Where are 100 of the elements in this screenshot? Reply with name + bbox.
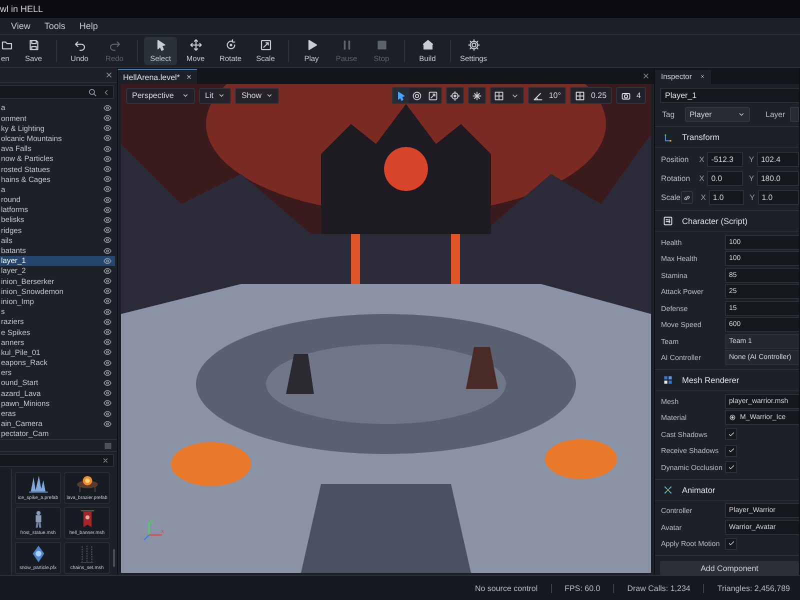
checkmark-icon [728,430,734,438]
chevron-down-icon [738,110,745,118]
view-dropdown[interactable]: Show [235,88,280,104]
add-component-button[interactable]: Add Component [660,561,799,575]
eye-icon[interactable] [103,124,112,132]
stop-icon [376,39,388,51]
eye-icon[interactable] [103,338,112,346]
menu-item[interactable]: Help [73,19,104,33]
eye-icon[interactable] [103,420,112,428]
window-title: wl in HELL [0,4,44,14]
mesh-icon [663,375,673,386]
name-field[interactable]: Player_1 [660,88,799,103]
document-tab[interactable]: HellArena.level* [118,69,197,84]
checkmark-icon [728,464,734,471]
eye-icon[interactable] [103,287,112,296]
eye-icon[interactable] [103,368,112,377]
checkbox[interactable] [725,428,737,440]
eye-icon[interactable] [103,175,112,184]
menu-item[interactable]: View [5,19,36,33]
eye-icon[interactable] [103,104,112,112]
eye-icon[interactable] [103,328,112,336]
save-icon [28,39,40,51]
eye-icon[interactable] [103,154,112,163]
sparkle-icon [472,90,482,100]
angle-icon [532,90,543,100]
scale-icon [428,90,438,100]
section-title: Transform [682,132,720,142]
redo-icon [108,39,120,51]
eye-icon[interactable] [103,246,112,255]
eye-icon[interactable] [103,277,112,286]
section-title: Mesh Renderer [682,375,740,386]
eye-icon[interactable] [103,226,112,234]
eye-icon[interactable] [103,134,112,142]
search-field[interactable] [0,85,114,99]
eye-icon[interactable] [103,358,112,367]
rotate-icon [224,39,236,51]
eye-icon[interactable] [103,236,112,244]
link-icon [682,194,691,202]
chevron-down-icon [266,92,274,99]
checkbox[interactable] [725,461,737,474]
settings-icon [468,39,480,51]
crosshair-icon [450,90,460,100]
status-text: FPS: 60.0 [564,584,600,592]
snap-setting[interactable]: 4 [616,87,646,104]
close-icon[interactable] [105,71,113,80]
eye-icon[interactable] [103,378,112,387]
status-text: No source control [474,584,538,592]
view-dropdown[interactable]: Lit [199,88,232,104]
view-dropdown[interactable]: Perspective [126,88,195,104]
axes-icon [663,132,673,142]
menu-icon[interactable] [104,442,112,450]
checkbox[interactable] [725,444,737,457]
snap-setting[interactable]: 10° [528,87,566,104]
snap-setting[interactable]: 0.25 [570,87,612,104]
cursor-icon [396,90,406,100]
eye-icon[interactable] [103,144,112,153]
eye-icon[interactable] [103,206,112,214]
view-tool-button[interactable] [392,88,409,103]
collapse-icon[interactable] [103,88,110,96]
grid-icon [494,90,504,100]
chevron-down-icon [218,92,226,99]
clear-icon[interactable] [102,457,109,464]
eye-icon[interactable] [103,165,112,174]
link-button[interactable] [680,191,693,204]
eye-icon[interactable] [103,185,112,194]
eye-icon[interactable] [103,410,112,418]
eye-icon[interactable] [103,216,112,224]
status-text: Draw Calls: 1,234 [627,584,690,592]
close-icon[interactable] [700,74,705,80]
eye-icon[interactable] [103,196,112,204]
search-field[interactable] [0,454,114,467]
checkmark-icon [728,540,734,548]
eye-icon[interactable] [103,348,112,356]
scrollbar[interactable] [113,549,115,567]
animator-icon [663,484,673,495]
checkmark-icon [728,447,734,454]
status-text: Triangles: 2,456,789 [717,584,790,592]
section-title: Animator [682,484,716,495]
menu-item[interactable]: Tools [38,19,72,33]
eye-icon[interactable] [103,114,112,122]
eye-icon[interactable] [103,389,112,398]
checkbox[interactable] [725,538,737,550]
target-icon [729,414,736,422]
script-icon [663,216,673,226]
grid-icon [574,90,585,100]
chevron-down-icon [510,92,519,100]
section-title: Character (Script) [682,216,748,226]
folder-icon [1,39,13,51]
eye-icon[interactable] [103,256,112,265]
camera-icon [620,90,631,100]
cursor-icon [154,39,166,51]
eye-icon[interactable] [103,308,112,316]
eye-icon[interactable] [103,399,112,408]
play-icon [306,39,318,51]
move-icon [190,39,202,51]
scale-icon [260,39,272,51]
eye-icon[interactable] [103,297,112,306]
close-icon[interactable] [642,72,650,80]
eye-icon[interactable] [103,318,112,326]
eye-icon[interactable] [103,266,112,275]
